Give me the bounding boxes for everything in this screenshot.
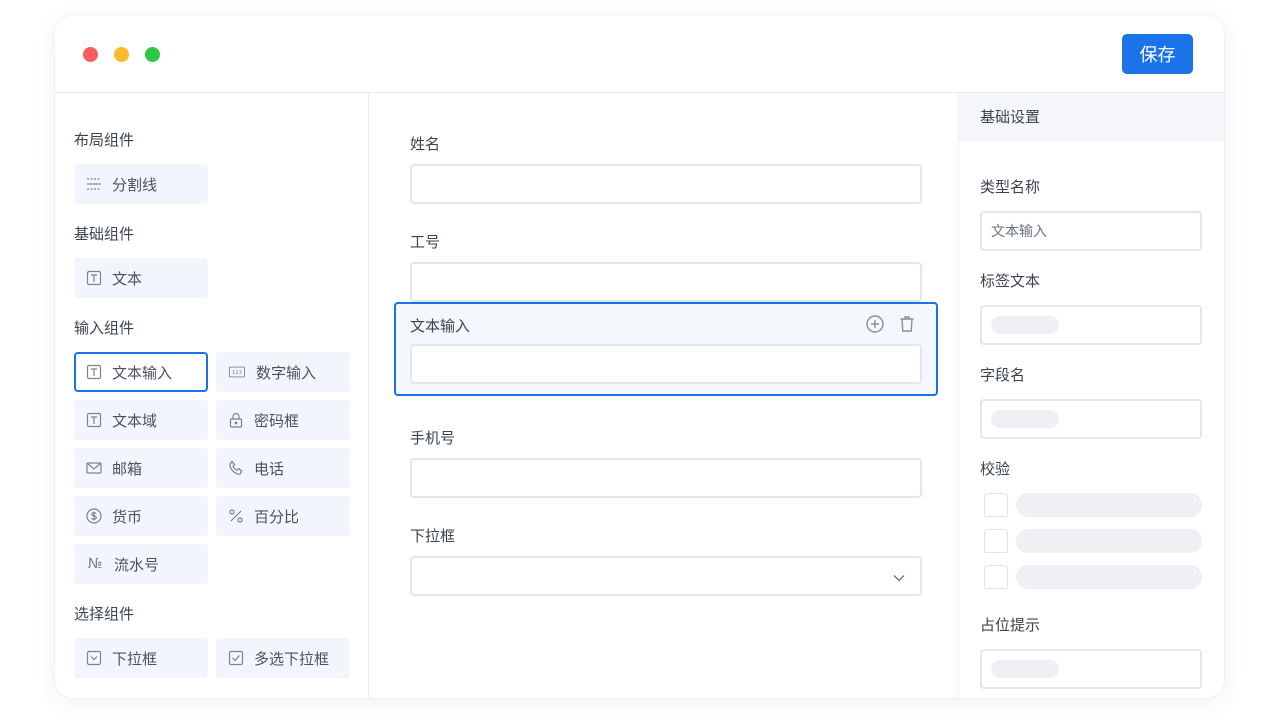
palette-item-multi-dropdown[interactable]: 多选下拉框 (216, 638, 350, 678)
placeholder-pill (991, 316, 1059, 334)
numero-icon: № (87, 556, 103, 572)
field-label-name: 姓名 (410, 135, 441, 153)
dropdown-select[interactable] (410, 556, 922, 596)
palette-item-label: 电话 (254, 459, 285, 478)
label-text-input[interactable] (980, 305, 1202, 345)
validation-checkbox-1[interactable] (984, 493, 1008, 517)
palette-item-phone[interactable]: 电话 (216, 448, 350, 488)
palette-item-label: 下拉框 (112, 649, 158, 668)
title-bar: 保存 (55, 16, 1224, 93)
palette-item-label: 多选下拉框 (254, 649, 330, 668)
palette-item-currency[interactable]: 货币 (74, 496, 208, 536)
chevron-down-icon (892, 570, 906, 584)
group-title-select: 选择组件 (74, 605, 135, 623)
palette-item-dropdown[interactable]: 下拉框 (74, 638, 208, 678)
palette-item-label: 分割线 (112, 175, 158, 194)
percent-icon (228, 508, 244, 524)
palette-item-label: 邮箱 (112, 459, 143, 478)
text-input-icon (86, 364, 102, 380)
field-label-mobile: 手机号 (410, 429, 456, 447)
mail-icon (86, 460, 102, 476)
palette-item-email[interactable]: 邮箱 (74, 448, 208, 488)
group-title-input: 输入组件 (74, 319, 135, 337)
palette-item-label: 百分比 (254, 507, 300, 526)
palette-item-textarea[interactable]: 文本域 (74, 400, 208, 440)
add-circle-icon[interactable] (865, 314, 885, 334)
palette-item-text[interactable]: 文本 (74, 258, 208, 298)
label-text-label: 标签文本 (980, 272, 1041, 290)
text-input-field[interactable] (410, 344, 922, 384)
employee-id-input[interactable] (410, 262, 922, 302)
type-name-value: 文本输入 (991, 224, 1047, 240)
palette-item-password[interactable]: 密码框 (216, 400, 350, 440)
placeholder-pill (991, 410, 1059, 428)
palette-item-label: 密码框 (254, 411, 300, 430)
palette-item-text-input[interactable]: 文本输入 (74, 352, 208, 392)
dollar-icon (86, 508, 102, 524)
mobile-input[interactable] (410, 458, 922, 498)
minimize-window-button[interactable] (114, 47, 129, 62)
palette-item-label: 流水号 (114, 555, 160, 574)
validation-checkbox-2[interactable] (984, 529, 1008, 553)
save-button[interactable]: 保存 (1122, 34, 1193, 74)
checkbox-icon (228, 650, 244, 666)
palette-item-percent[interactable]: 百分比 (216, 496, 350, 536)
field-name-input[interactable] (980, 399, 1202, 439)
group-title-layout: 布局组件 (74, 131, 135, 149)
placeholder-pill (991, 660, 1059, 678)
palette-item-divider[interactable]: 分割线 (74, 164, 208, 204)
lock-icon (228, 412, 244, 428)
palette-item-number-input[interactable]: 123 数字输入 (216, 352, 350, 392)
validation-option-2 (1016, 529, 1202, 553)
form-builder-window: 保存 布局组件 分割线 基础组件 文本 输入组件 文本输入 123 数字输入 文… (55, 16, 1224, 698)
type-name-label: 类型名称 (980, 178, 1041, 196)
maximize-window-button[interactable] (145, 47, 160, 62)
field-name-label: 字段名 (980, 366, 1026, 384)
component-palette: 布局组件 分割线 基础组件 文本 输入组件 文本输入 123 数字输入 文本域 … (55, 93, 369, 698)
palette-item-label: 文本输入 (112, 363, 173, 382)
phone-icon (228, 460, 244, 476)
palette-item-label: 文本 (112, 269, 143, 288)
number-icon-text: 123 (232, 370, 242, 376)
field-label-employee-id: 工号 (410, 233, 441, 251)
palette-item-serial[interactable]: № 流水号 (74, 544, 208, 584)
type-name-input[interactable]: 文本输入 (980, 211, 1202, 251)
validation-option-3 (1016, 565, 1202, 589)
placeholder-input[interactable] (980, 649, 1202, 689)
close-window-button[interactable] (83, 47, 98, 62)
palette-item-label: 货币 (112, 507, 143, 526)
form-canvas: 姓名 工号 文本输入 手机号 下拉框 (369, 93, 959, 698)
dropdown-icon (86, 650, 102, 666)
selected-field-block[interactable]: 文本输入 (394, 302, 938, 396)
validation-checkbox-3[interactable] (984, 565, 1008, 589)
text-icon (86, 270, 102, 286)
group-title-basic: 基础组件 (74, 225, 135, 243)
divider-icon (86, 176, 102, 192)
textarea-icon (86, 412, 102, 428)
settings-panel: 基础设置 类型名称 文本输入 标签文本 字段名 校验 占位提示 (959, 93, 1224, 698)
trash-icon[interactable] (897, 314, 917, 334)
number-icon: 123 (228, 364, 246, 380)
field-label-dropdown: 下拉框 (410, 527, 456, 545)
validation-label: 校验 (980, 460, 1011, 478)
settings-header: 基础设置 (959, 93, 1224, 141)
palette-item-label: 数字输入 (256, 363, 317, 382)
placeholder-label: 占位提示 (980, 616, 1041, 634)
palette-item-label: 文本域 (112, 411, 158, 430)
field-label-text-input: 文本输入 (410, 317, 471, 335)
validation-option-1 (1016, 493, 1202, 517)
name-input[interactable] (410, 164, 922, 204)
